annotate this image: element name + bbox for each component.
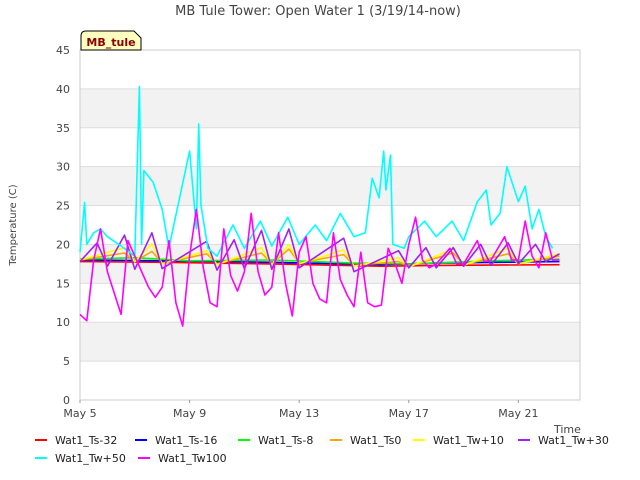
legend-label: Wat1_Tw+30	[538, 434, 609, 447]
legend-label: Wat1_Tw100	[158, 452, 227, 465]
legend-label: Wat1_Ts-32	[55, 434, 117, 447]
legend-label: Wat1_Tw+50	[55, 452, 126, 465]
x-tick-label: May 21	[498, 407, 538, 420]
site-tag-label: MB_tule	[86, 36, 135, 49]
x-tick-label: May 17	[389, 407, 429, 420]
x-tick-label: May 5	[63, 407, 96, 420]
legend-label: Wat1_Ts-8	[258, 434, 313, 447]
legend-label: Wat1_Tw+10	[433, 434, 504, 447]
plot-area	[79, 49, 581, 401]
y-tick-label: 15	[56, 277, 70, 290]
y-tick-label: 40	[56, 83, 70, 96]
y-axis: 0 5 10 15 20 25 30 35 40 45	[56, 44, 70, 407]
x-tick-label: May 13	[279, 407, 319, 420]
legend-item: Wat1_Tw+30	[518, 434, 609, 447]
legend-item: Wat1_Tw100	[138, 452, 227, 465]
y-tick-label: 35	[56, 122, 70, 135]
legend-label: Wat1_Ts0	[350, 434, 401, 447]
grid-band	[80, 322, 580, 362]
y-tick-label: 10	[56, 316, 70, 329]
y-tick-label: 30	[56, 161, 70, 174]
x-axis: May 5 May 9 May 13 May 17 May 21	[63, 400, 538, 420]
legend-item: Wat1_Ts0	[330, 434, 401, 447]
y-tick-label: 45	[56, 44, 70, 57]
legend-item: Wat1_Ts-16	[135, 434, 217, 447]
legend-item: Wat1_Ts-8	[238, 434, 313, 447]
y-tick-label: 5	[63, 355, 70, 368]
legend-item: Wat1_Tw+50	[35, 452, 126, 465]
y-tick-label: 25	[56, 200, 70, 213]
grid-band	[80, 88, 580, 128]
legend-item: Wat1_Ts-32	[35, 434, 117, 447]
site-tag: MB_tule	[80, 30, 142, 51]
temperature-line-chart: MB Tule Tower: Open Water 1 (3/19/14-now…	[8, 4, 609, 465]
y-tick-label: 0	[63, 394, 70, 407]
legend: Wat1_Ts-32 Wat1_Ts-16 Wat1_Ts-8 Wat1_Ts0 Wat…	[35, 434, 609, 465]
chart-title: MB Tule Tower: Open Water 1 (3/19/14-now…	[175, 4, 461, 19]
y-axis-label: Temperature (C)	[8, 184, 19, 266]
y-tick-label: 20	[56, 238, 70, 251]
legend-item: Wat1_Tw+10	[413, 434, 504, 447]
legend-label: Wat1_Ts-16	[155, 434, 217, 447]
x-tick-label: May 9	[173, 407, 206, 420]
